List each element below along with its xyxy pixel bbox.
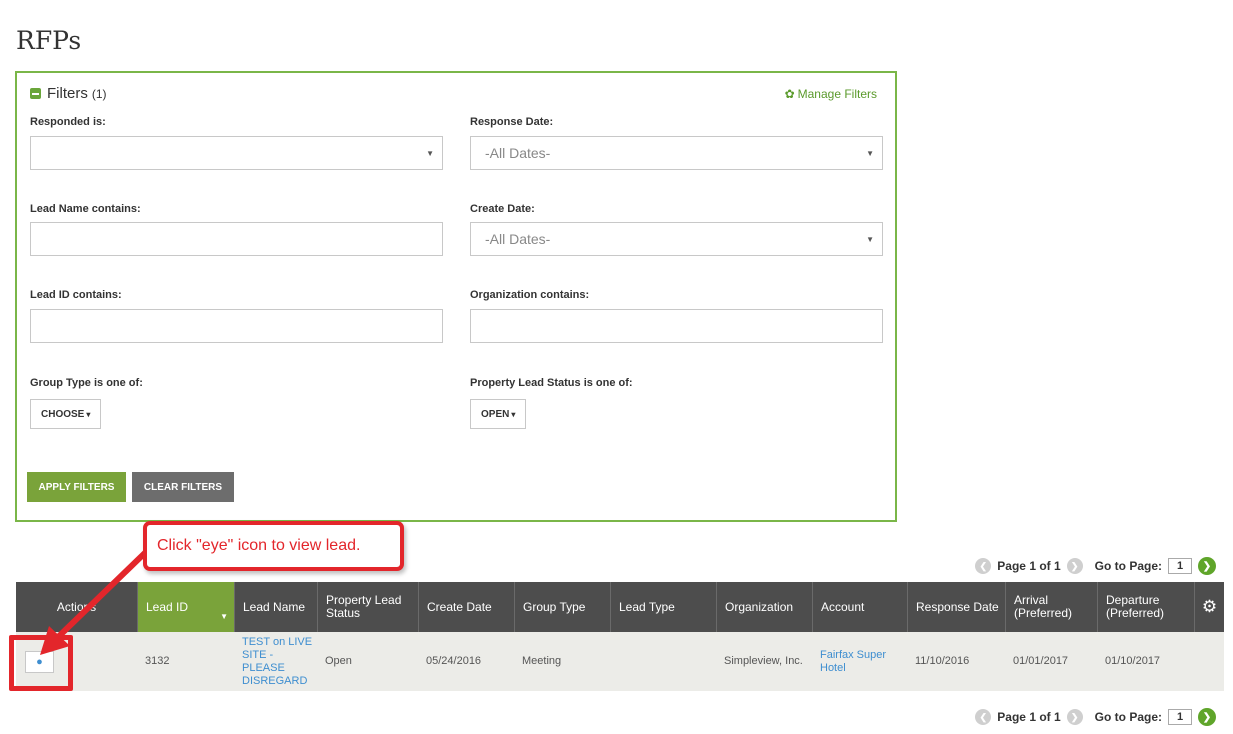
lead-id-label: Lead ID contains: <box>30 289 122 301</box>
col-actions: Actions <box>56 600 97 614</box>
col-departure[interactable]: Departure (Preferred) <box>1097 582 1194 632</box>
cell-create-date: 05/24/2016 <box>426 655 482 667</box>
cell-arrival: 01/01/2017 <box>1013 655 1069 667</box>
lead-id-input[interactable] <box>30 309 443 343</box>
filters-count: (1) <box>91 86 107 101</box>
caret-down-icon: ▾ <box>86 409 91 419</box>
responded-select[interactable]: ▼ <box>30 136 443 170</box>
create-date-value: -All Dates- <box>485 231 551 247</box>
pager-top: ❮ Page 1 of 1 ❯ Go to Page: ❯ <box>975 557 1216 575</box>
col-lead-id[interactable]: Lead ID ▼ <box>137 582 234 632</box>
col-arrival[interactable]: Arrival (Preferred) <box>1005 582 1097 632</box>
next-page-icon[interactable]: ❯ <box>1066 709 1083 725</box>
chevron-down-icon: ▼ <box>866 235 874 244</box>
cell-group-type: Meeting <box>522 655 562 667</box>
col-property-lead-status[interactable]: Property Lead Status <box>317 582 418 632</box>
caret-down-icon: ▾ <box>511 409 516 419</box>
cell-departure: 01/10/2017 <box>1105 655 1161 667</box>
col-group-type[interactable]: Group Type <box>514 582 610 632</box>
lead-status-dropdown[interactable]: OPEN ▾ <box>470 399 527 429</box>
lead-status-label: Property Lead Status is one of: <box>470 377 633 389</box>
chevron-down-icon: ▼ <box>866 149 874 158</box>
cell-lead-id: 3132 <box>145 655 170 667</box>
collapse-minus-icon[interactable] <box>30 88 41 99</box>
lead-name-label: Lead Name contains: <box>30 203 141 215</box>
filters-panel: Filters (1) ✿ Manage Filters Responded i… <box>15 71 897 522</box>
organization-input[interactable] <box>470 309 883 343</box>
col-organization[interactable]: Organization <box>716 582 812 632</box>
page-title: RFPs <box>16 26 82 55</box>
goto-page-input[interactable] <box>1168 709 1192 725</box>
clear-filters-button[interactable]: CLEAR FILTERS <box>132 472 234 502</box>
prev-page-icon[interactable]: ❮ <box>975 709 992 725</box>
create-date-label: Create Date: <box>470 203 535 215</box>
chevron-down-icon: ▼ <box>426 149 434 158</box>
col-response-date[interactable]: Response Date <box>907 582 1005 632</box>
col-lead-type[interactable]: Lead Type <box>610 582 716 632</box>
goto-page-label: Go to Page: <box>1094 559 1162 573</box>
annotation-highlight-box <box>9 635 73 691</box>
cell-status: Open <box>325 655 352 667</box>
table-row: ● 3132 TEST on LIVE SITE - PLEASE DISREG… <box>16 632 1224 691</box>
col-lead-name[interactable]: Lead Name <box>234 582 317 632</box>
next-page-icon[interactable]: ❯ <box>1066 558 1083 574</box>
group-type-dropdown[interactable]: CHOOSE ▾ <box>30 399 102 429</box>
col-account[interactable]: Account <box>812 582 907 632</box>
column-settings-gear-icon[interactable]: ⚙ <box>1194 582 1224 632</box>
page-indicator: Page 1 of 1 <box>997 559 1061 573</box>
go-arrow-icon[interactable]: ❯ <box>1198 708 1216 726</box>
cell-response-date: 11/10/2016 <box>915 655 970 667</box>
apply-filters-button[interactable]: APPLY FILTERS <box>27 472 126 502</box>
filters-heading: Filters <box>47 85 88 102</box>
table-header: Actions Lead ID ▼ Lead Name Property Lea… <box>16 582 1224 632</box>
col-create-date[interactable]: Create Date <box>418 582 514 632</box>
pager-bottom: ❮ Page 1 of 1 ❯ Go to Page: ❯ <box>975 708 1216 726</box>
create-date-select[interactable]: -All Dates- ▼ <box>470 222 883 256</box>
cell-lead-name-link[interactable]: TEST on LIVE SITE - PLEASE DISREGARD <box>234 632 317 691</box>
lead-name-input[interactable] <box>30 222 443 256</box>
cell-organization: Simpleview, Inc. <box>724 655 803 667</box>
manage-filters-label: Manage Filters <box>797 87 877 101</box>
filters-toggle[interactable]: Filters (1) <box>30 85 107 102</box>
prev-page-icon[interactable]: ❮ <box>975 558 992 574</box>
manage-filters-link[interactable]: ✿ Manage Filters <box>785 87 877 101</box>
page-indicator: Page 1 of 1 <box>997 710 1061 724</box>
organization-label: Organization contains: <box>470 289 590 301</box>
annotation-callout: Click "eye" icon to view lead. <box>143 521 404 571</box>
go-arrow-icon[interactable]: ❯ <box>1198 557 1216 575</box>
response-date-value: -All Dates- <box>485 145 551 161</box>
gear-icon: ✿ <box>784 87 795 101</box>
goto-page-input[interactable] <box>1168 558 1192 574</box>
response-date-select[interactable]: -All Dates- ▼ <box>470 136 883 170</box>
cell-lead-type <box>610 632 716 691</box>
sort-desc-icon: ▼ <box>220 612 228 621</box>
goto-page-label: Go to Page: <box>1094 710 1162 724</box>
response-date-label: Response Date: <box>470 116 554 128</box>
group-type-label: Group Type is one of: <box>30 377 143 389</box>
responded-label: Responded is: <box>30 116 106 128</box>
cell-account-link[interactable]: Fairfax Super Hotel <box>812 632 907 691</box>
